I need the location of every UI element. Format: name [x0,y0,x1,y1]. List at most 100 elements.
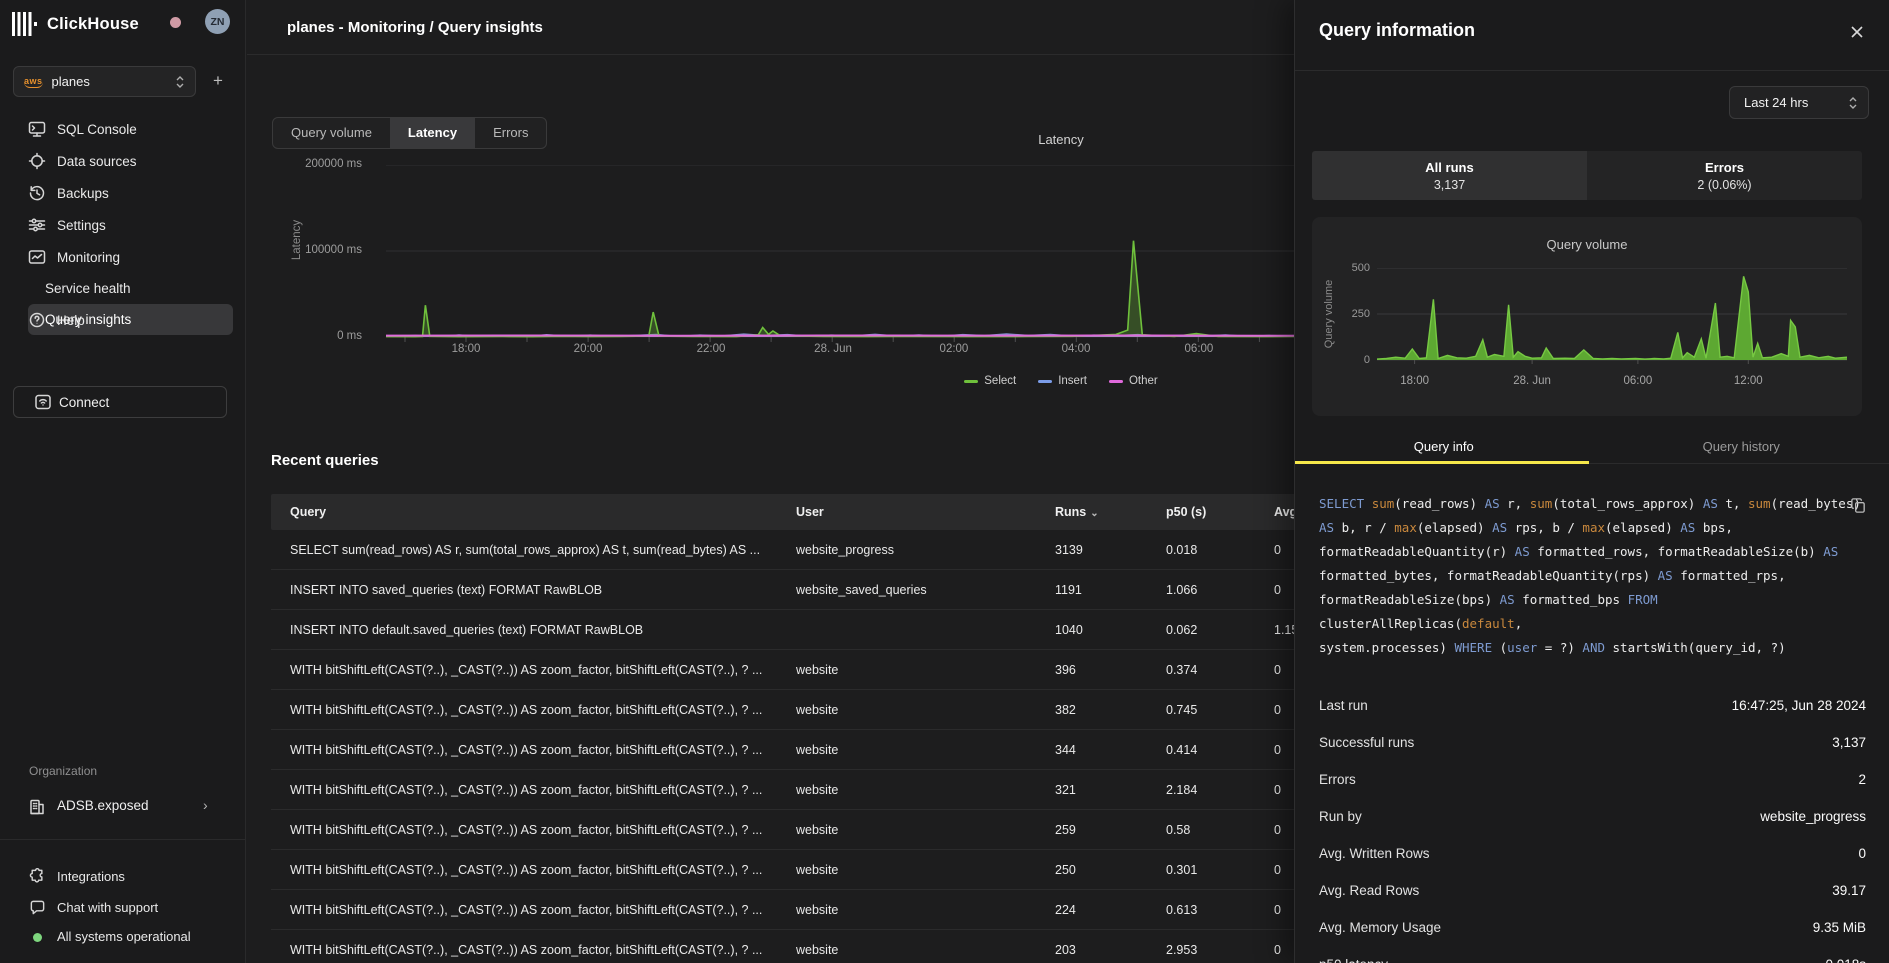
y-tick-label: 500 [1312,262,1370,274]
y-tick-label: 0 ms [287,330,362,342]
toggle-value: 2 (0.06%) [1697,178,1751,192]
sidebar-item-integrations[interactable]: Integrations [0,864,246,891]
table-cell: 224 [1036,903,1147,917]
time-range-select[interactable]: Last 24 hrs [1729,86,1869,119]
legend-item[interactable]: Select [964,375,1016,387]
code-line: formatted_bytes, formatReadableQuantity(… [1319,564,1867,588]
table-cell: 0.374 [1147,663,1255,677]
stat-value: 0.018s [1825,957,1866,963]
legend-item[interactable]: Insert [1038,375,1087,387]
table-cell: 0.414 [1147,743,1255,757]
sidebar-item-monitoring[interactable]: Monitoring [0,241,246,273]
brand[interactable]: ClickHouse [12,10,139,38]
stat-label: p50 latency [1319,957,1388,963]
table-cell: 2.953 [1147,943,1255,957]
stat-value: website_progress [1760,809,1866,824]
table-cell: WITH bitShiftLeft(CAST(?..), _CAST(?..))… [271,943,777,957]
sidebar-item-label: Backups [57,186,109,201]
x-tick-label: 18:00 [1380,375,1450,387]
aws-icon: aws [24,76,43,88]
table-cell: WITH bitShiftLeft(CAST(?..), _CAST(?..))… [271,663,777,677]
add-service-button[interactable]: + [206,69,230,93]
code-line: formatReadableQuantity(r) AS formatted_r… [1319,540,1867,564]
sidebar-item-data-sources[interactable]: Data sources [0,145,246,177]
column-header[interactable]: Query [271,505,777,519]
table-cell: 250 [1036,863,1147,877]
x-tick-label: 22:00 [676,343,746,355]
y-axis-label: Query volume [1323,269,1335,359]
sql-code-block[interactable]: SELECT sum(read_rows) AS r, sum(total_ro… [1319,492,1867,660]
time-range-value: Last 24 hrs [1744,95,1848,110]
toggle-all-runs[interactable]: All runs 3,137 [1312,151,1587,200]
table-cell: INSERT INTO saved_queries (text) FORMAT … [271,583,777,597]
organization-item[interactable]: ADSB.exposed › [0,794,246,821]
table-cell: 0.301 [1147,863,1255,877]
active-tab-underline [1295,461,1589,464]
stat-row: Last run 16:47:25, Jun 28 2024 [1295,687,1889,724]
stat-label: Avg. Read Rows [1319,883,1419,898]
stat-value: 39.17 [1832,883,1866,898]
connect-button[interactable]: Connect [13,386,227,418]
x-tick-label: 06:00 [1164,343,1234,355]
table-cell: website [777,863,1036,877]
table-cell: WITH bitShiftLeft(CAST(?..), _CAST(?..))… [271,783,777,797]
stat-value: 16:47:25, Jun 28 2024 [1732,698,1866,713]
query-volume-card: Query volume 500 250 0 Query volume 18:0… [1312,217,1862,416]
sidebar-item-help[interactable]: Help [0,304,246,336]
connect-label: Connect [59,395,109,410]
stat-row: Avg. Written Rows0 [1295,835,1889,872]
table-cell: 396 [1036,663,1147,677]
notification-dot[interactable] [170,17,181,28]
user-avatar[interactable]: ZN [205,9,230,34]
service-selector[interactable]: aws planes [13,66,196,97]
panel-tabs: Query info Query history [1295,434,1889,464]
column-header[interactable]: Runs⌄ [1036,505,1147,519]
sidebar-item-label: Chat with support [57,900,158,915]
sidebar-item-sql-console[interactable]: SQL Console [0,113,246,145]
sidebar-item-backups[interactable]: Backups [0,177,246,209]
table-cell: 0.018 [1147,543,1255,557]
panel-divider [1295,70,1889,71]
table-cell: WITH bitShiftLeft(CAST(?..), _CAST(?..))… [271,903,777,917]
stat-row: Run bywebsite_progress [1295,798,1889,835]
copy-icon[interactable] [1850,497,1867,514]
tab-query-history[interactable]: Query history [1593,434,1889,463]
stat-label: Errors [1319,772,1356,787]
clickhouse-logo-icon [12,12,39,36]
sidebar-item-service-health[interactable]: Service health [0,273,246,304]
table-cell: website_progress [777,543,1036,557]
sidebar-item-settings[interactable]: Settings [0,209,246,241]
x-tick-label: 04:00 [1041,343,1111,355]
table-cell: website [777,823,1036,837]
backups-icon [28,184,46,202]
recent-queries-title: Recent queries [271,452,379,469]
sidebar-item-label: SQL Console [57,122,137,137]
close-icon[interactable] [1847,22,1867,42]
x-tick-label: 12:00 [1713,375,1783,387]
sidebar-item-system-status[interactable]: All systems operational [0,924,246,951]
stat-row: Avg. Read Rows 39.17 [1295,872,1889,909]
organization-icon [28,798,46,821]
organization-name: ADSB.exposed [57,798,149,813]
legend-item[interactable]: Other [1109,375,1158,387]
x-tick-label: 20:00 [553,343,623,355]
sidebar-item-label: Help [57,313,85,328]
column-header[interactable]: p50 (s) [1147,505,1255,519]
tab-query-info[interactable]: Query info [1295,434,1593,463]
stat-value: 0 [1858,846,1866,861]
volume-chart-svg[interactable] [1377,268,1847,365]
sidebar-nav: SQL Console Data sources Backups Setting… [0,113,246,336]
stat-label: Avg. Memory Usage [1319,920,1441,935]
legend-swatch [1109,380,1123,383]
sidebar-item-chat-support[interactable]: Chat with support [0,895,246,922]
stat-label: Last run [1319,698,1368,713]
query-information-panel: Query information Last 24 hrs All runs 3… [1294,0,1889,963]
organization-section-label: Organization [29,764,97,778]
table-cell: website [777,943,1036,957]
page-title: planes - Monitoring / Query insights [287,0,543,55]
toggle-label: Errors [1705,160,1744,175]
system-status-label: All systems operational [57,929,191,944]
column-header[interactable]: User [777,505,1036,519]
toggle-errors[interactable]: Errors 2 (0.06%) [1587,151,1862,200]
stat-value: 2 [1858,772,1866,787]
